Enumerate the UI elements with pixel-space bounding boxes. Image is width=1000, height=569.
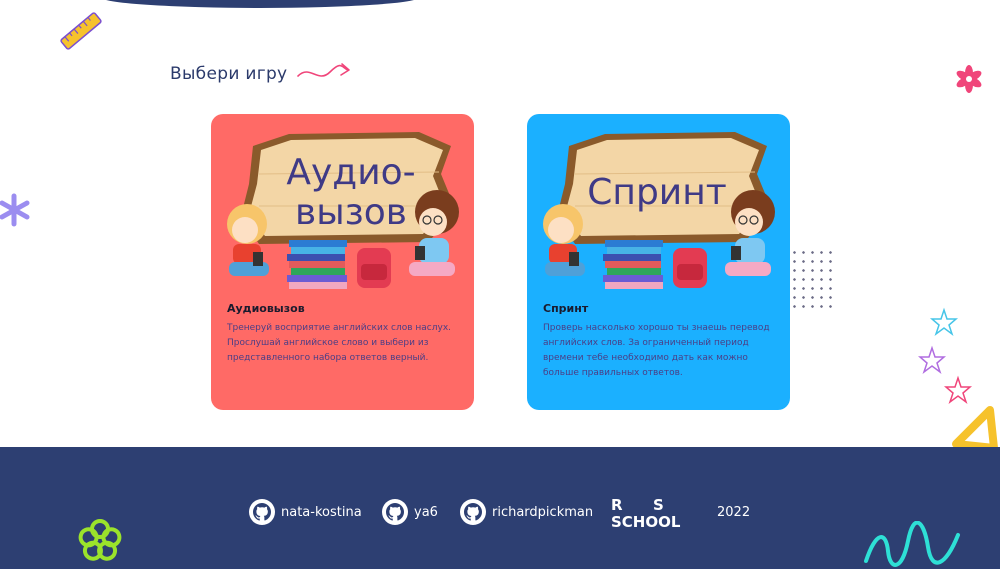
green-flower-icon [78,519,122,561]
svg-text:SCHOOL: SCHOOL [611,513,681,531]
cyan-squiggle-icon [864,521,960,567]
sprint-card[interactable]: Спринт Спринт Проверь насколько хорошо т… [527,114,790,410]
footer: nata-kostina ya6 richardpickman R S SCHO… [0,447,1000,569]
author-name: nata-kostina [281,504,362,520]
rs-school-logo[interactable]: R S SCHOOL [609,495,701,531]
pink-flower-icon [956,65,982,93]
purple-asterisk-icon [0,193,30,227]
art-title-line2: вызов [295,192,407,233]
svg-text:S: S [653,496,664,514]
card-description: Тренеруй восприятие английских слов насл… [227,323,452,363]
top-decorative-arc [100,0,420,8]
squiggle-arrow-icon [297,63,350,77]
footer-year: 2022 [717,505,751,520]
author-link-richardpickman[interactable]: richardpickman [460,499,593,525]
svg-text:R: R [611,496,623,514]
author-name: ya6 [414,504,438,520]
author-name: richardpickman [492,504,594,520]
ruler-decoration-icon [60,12,102,50]
art-title: Спринт [587,172,726,213]
audio-challenge-illustration: Аудио- вызов [227,132,459,289]
stars-decoration-icon [918,307,973,405]
github-icon [460,499,486,525]
dot-grid-decoration [790,248,832,314]
art-title-line1: Аудио- [286,152,415,193]
github-icon [249,499,275,525]
card-description: Проверь насколько хорошо ты знаешь перев… [543,323,770,378]
card-title: Аудиовызов [227,302,305,315]
section-title: Выбери игру [170,64,288,84]
github-icon [382,499,408,525]
audio-challenge-card[interactable]: Аудио- вызов Аудиовызов Тренеруй восприя… [211,114,474,410]
author-link-nata-kostina[interactable]: nata-kostina [249,499,362,525]
sprint-illustration: Спринт [543,132,775,289]
author-link-ya6[interactable]: ya6 [382,499,438,525]
card-title: Спринт [543,302,589,315]
rs-school-logo-image: R S SCHOOL [611,496,681,531]
